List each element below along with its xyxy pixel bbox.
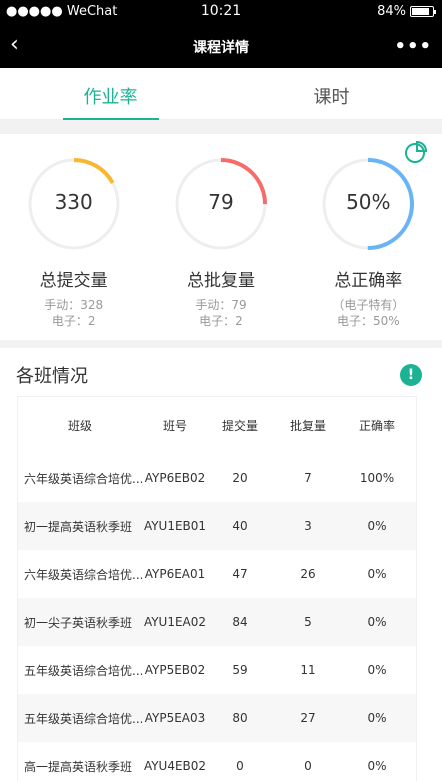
stat-value: 330: [54, 190, 93, 214]
tab-lessons[interactable]: 课时: [221, 68, 442, 119]
table-cell: 11: [300, 663, 316, 677]
stat-value: 79: [208, 190, 234, 214]
stat-sub: 手动：328 电子：2: [44, 298, 104, 328]
table-cell: 5: [304, 615, 312, 629]
table-header: 班级 班号 提交量 批复量 正确率: [18, 397, 416, 454]
stat-sub: 手动：79 电子：2: [195, 298, 247, 328]
table-cell: AYP6EB02: [144, 471, 206, 485]
table-cell: 0%: [367, 615, 387, 629]
table-cell: 59: [232, 663, 248, 677]
table-cell: 0%: [367, 711, 387, 725]
stat-label: 总正确率: [334, 271, 403, 291]
table-row[interactable]: 六年级英语综合培优... AYP6EA01 47 26 0%: [18, 550, 416, 598]
header-replied: 批复量: [289, 419, 326, 433]
table-cell: 27: [300, 711, 316, 725]
table-cell: 100%: [359, 471, 395, 485]
table-row[interactable]: 初一尖子英语秋季班 AYU1EA02 84 5 0%: [18, 598, 416, 646]
table-cell: AYU1EB01: [143, 519, 207, 533]
page-title: 课程详情: [193, 40, 249, 56]
stat-label: 总提交量: [39, 271, 108, 291]
table-row[interactable]: 五年级英语综合培优... AYP5EA03 80 27 0%: [18, 694, 416, 742]
table-cell: 7: [304, 471, 312, 485]
header-class: 班级: [67, 419, 92, 433]
progress-ring: 50%: [320, 156, 416, 252]
table-cell: 84: [232, 615, 248, 629]
section-title: 各班情况: [16, 366, 88, 387]
table-cell: 3: [304, 519, 312, 533]
progress-ring: 330: [26, 156, 122, 252]
table-cell: 47: [232, 567, 248, 581]
table-cell: AYU1EA02: [143, 615, 207, 629]
table-cell: 初一提高英语秋季班: [24, 519, 133, 534]
battery-status: 84%: [377, 4, 436, 19]
table-row[interactable]: 高一提高英语秋季班 AYU4EB02 0 0 0%: [18, 742, 416, 781]
summary-stats: 330 总提交量 手动：328 电子：2 79 总批复量 手动：79 电子：2 50…: [0, 134, 442, 340]
table-cell: AYU4EB02: [143, 759, 207, 773]
table-cell: AYP5EA03: [144, 711, 206, 725]
stat-total-replied: 79 总批复量 手动：79 电子：2: [147, 134, 294, 340]
table-cell: 80: [232, 711, 248, 725]
battery-icon: [410, 6, 436, 17]
table-cell: AYP5EB02: [144, 663, 206, 677]
class-section: 各班情况 ! 班级 班号 提交量 批复量 正确率 六年级英语综合培优... AYP…: [0, 348, 442, 781]
status-bar: ●●●●● WeChat 10:21 84%: [0, 0, 442, 24]
stat-value: 50%: [346, 190, 391, 214]
table-cell: 六年级英语综合培优...: [24, 567, 142, 582]
table-cell: 40: [232, 519, 248, 533]
table-cell: 0%: [367, 759, 387, 773]
table-cell: 五年级英语综合培优...: [24, 711, 142, 726]
table-cell: 0%: [367, 663, 387, 677]
stat-sub: （电子特有） 电子：50%: [332, 298, 405, 328]
progress-ring: 79: [173, 156, 269, 252]
stat-label: 总批复量: [186, 271, 255, 291]
tab-homework-rate[interactable]: 作业率: [0, 68, 221, 119]
table-cell: 0%: [367, 519, 387, 533]
battery-percent: 84%: [377, 4, 406, 19]
stat-total-accuracy: 50% 总正确率 （电子特有） 电子：50%: [295, 134, 442, 340]
header-accuracy: 正确率: [358, 419, 395, 433]
header-submitted: 提交量: [221, 419, 258, 433]
table-cell: 六年级英语综合培优...: [24, 471, 142, 486]
header-class-code: 班号: [162, 419, 187, 433]
info-alert-icon[interactable]: !: [400, 364, 422, 386]
table-row[interactable]: 五年级英语综合培优... AYP5EB02 59 11 0%: [18, 646, 416, 694]
table-cell: 高一提高英语秋季班: [24, 759, 133, 774]
table-row[interactable]: 初一提高英语秋季班 AYU1EB01 40 3 0%: [18, 502, 416, 550]
table-cell: 初一尖子英语秋季班: [24, 615, 133, 630]
table-cell: AYP6EA01: [144, 567, 206, 581]
clock: 10:21: [200, 3, 242, 19]
table-cell: 0%: [367, 567, 387, 581]
table-cell: 0: [304, 759, 312, 773]
class-table: 班级 班号 提交量 批复量 正确率 六年级英语综合培优... AYP6EB02 20…: [17, 396, 417, 781]
tab-bar: 作业率 课时: [0, 68, 442, 120]
table-cell: 五年级英语综合培优...: [24, 663, 142, 678]
nav-bar: ‹ 课程详情 •••: [0, 24, 442, 68]
table-cell: 26: [300, 567, 316, 581]
table-row[interactable]: 六年级英语综合培优... AYP6EB02 20 7 100%: [18, 454, 416, 502]
more-icon[interactable]: •••: [394, 36, 432, 57]
table-cell: 20: [232, 471, 248, 485]
stat-total-submitted: 330 总提交量 手动：328 电子：2: [0, 134, 147, 340]
table-cell: 0: [236, 759, 244, 773]
